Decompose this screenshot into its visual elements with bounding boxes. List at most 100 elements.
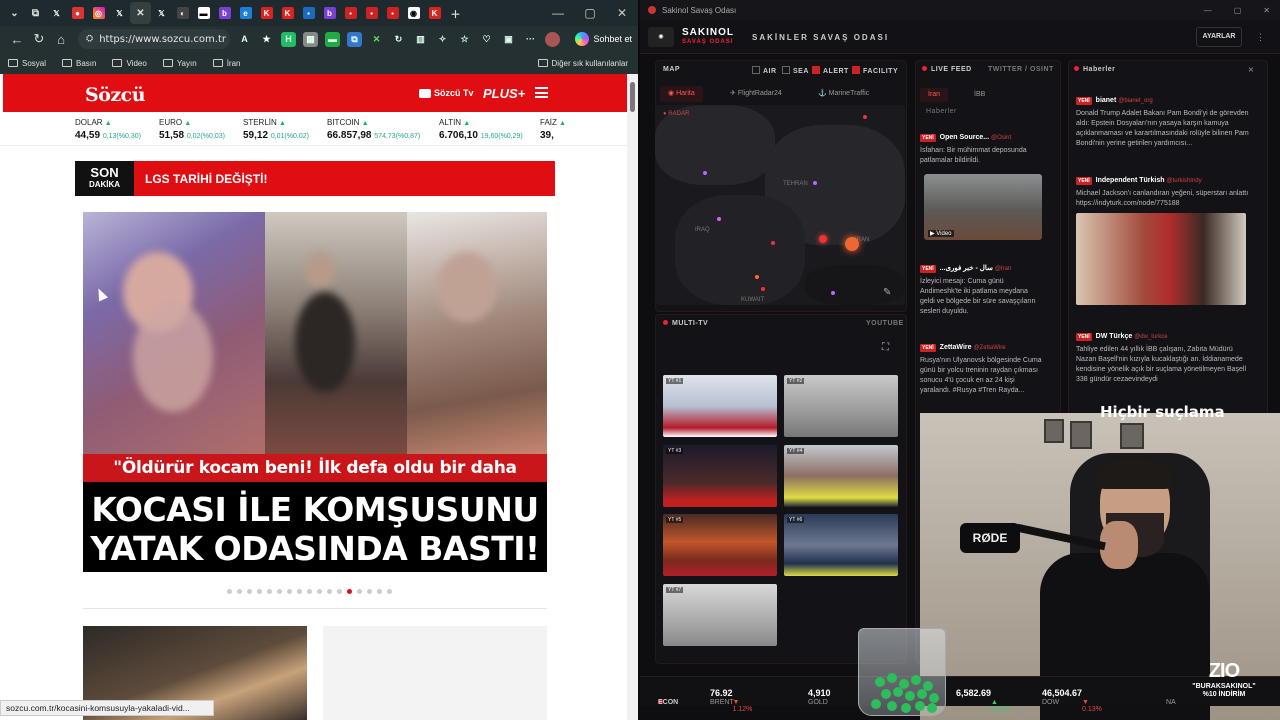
tab-site-13[interactable]: ◉ — [403, 2, 424, 24]
news-item[interactable]: YENİ bianet @bianet_org Donald Trump Adal… — [1076, 97, 1252, 149]
filter-air[interactable]: AIR — [752, 66, 777, 75]
tab-flightradar[interactable]: ✈ FlightRadar24 — [722, 86, 790, 102]
site-info-icon[interactable]: ⛭ — [86, 34, 93, 44]
tv-tile-5[interactable]: YT #5 — [663, 514, 777, 576]
edit-pencil-icon[interactable]: ✎ — [883, 287, 891, 298]
news-item[interactable]: YENİ Independent Türkish @turkishIndy Mic… — [1076, 177, 1252, 305]
map-marker[interactable] — [813, 181, 817, 185]
headline-title[interactable]: KOCASI İLE KOMŞUSUNU YATAK ODASINDA BAST… — [83, 482, 547, 572]
map-marker[interactable] — [717, 217, 721, 221]
extension-1-icon[interactable]: H — [281, 31, 296, 47]
filter-alert[interactable]: ALERT — [812, 66, 849, 75]
map-marker[interactable] — [819, 235, 827, 243]
ticker-item[interactable]: FAİZ ▲ 39, — [540, 118, 566, 141]
feed-item[interactable]: YENİ ZettaWire @ZettaWire Rusya'nın Ulyan… — [920, 344, 1044, 396]
favorite-star-icon[interactable]: ★ — [259, 32, 274, 47]
read-aloud-icon[interactable]: A — [237, 32, 252, 47]
home-icon[interactable]: ⌂ — [50, 32, 72, 47]
map-marker[interactable] — [703, 171, 707, 175]
news-item[interactable]: YENİ DW Türkçe @dw_turkce Tahliye edilen … — [1076, 333, 1252, 385]
tab-marinetraffic[interactable]: ⚓ MarineTraffic — [810, 86, 877, 102]
ticker-item[interactable]: EURO ▲ 51,58 0,02(%0,03) — [159, 118, 225, 141]
checkbox-alert[interactable] — [812, 66, 820, 74]
extension-3-icon[interactable]: ▬ — [325, 31, 340, 47]
ticker-item[interactable]: BITCOIN ▲ 66.857,98 574,73(%0,87) — [327, 118, 420, 141]
bookmark-folder-basin[interactable]: Basın — [62, 59, 96, 68]
maximize-icon[interactable]: ▢ — [1234, 6, 1242, 15]
slider-dot[interactable] — [247, 589, 252, 594]
split-screen-icon[interactable]: ▥ — [413, 32, 428, 47]
feed-video-thumb[interactable]: ▶ Video — [924, 174, 1042, 240]
map-marker[interactable] — [771, 241, 775, 245]
tab-close-icon[interactable]: ✕ — [130, 2, 151, 24]
profile-avatar[interactable] — [545, 31, 560, 47]
extension-5-icon[interactable]: ✕ — [369, 32, 384, 47]
tab-site-6[interactable]: K — [256, 2, 277, 24]
tv-tile-3[interactable]: YT #3 — [663, 445, 777, 507]
ticker-item[interactable]: DOLAR ▲ 44,59 0,13(%0,30) — [75, 118, 141, 141]
map-marker[interactable] — [831, 291, 835, 295]
maximize-icon[interactable]: ▢ — [574, 0, 606, 26]
tab-site-14[interactable]: K — [424, 2, 445, 24]
slider-dot[interactable] — [317, 589, 322, 594]
headline-quote[interactable]: "Öldürür kocam beni! İlk defa oldu bir d… — [83, 454, 547, 506]
close-icon[interactable]: ⋮ — [1256, 32, 1265, 43]
tab-site-5[interactable]: e — [235, 2, 256, 24]
map-marker[interactable] — [755, 275, 759, 279]
tab-site-12[interactable]: ▪ — [382, 2, 403, 24]
extension-4-icon[interactable]: ⧉ — [347, 31, 362, 47]
map-marker[interactable] — [761, 287, 765, 291]
tab-x-2[interactable]: 𝕏 — [109, 2, 130, 24]
settings-button[interactable]: AYARLAR — [1196, 27, 1242, 47]
tv-tile-6[interactable]: YT #6 — [784, 514, 898, 576]
tab-site-8[interactable]: ▪ — [298, 2, 319, 24]
tab-site-4[interactable]: b — [214, 2, 235, 24]
refresh-icon[interactable]: ↻ — [28, 31, 50, 47]
sozcu-tv-link[interactable]: Sözcü Tv — [419, 88, 474, 98]
url-field[interactable]: ⛭ https://www.sozcu.com.tr — [78, 29, 230, 49]
news-card-placeholder[interactable] — [323, 626, 547, 720]
fullscreen-icon[interactable]: ⛶ — [882, 342, 890, 353]
favorites-icon[interactable]: ☆ — [457, 32, 472, 47]
feed-item[interactable]: YENİ Open Source... @Osint İsfahan: Bir m… — [920, 134, 1044, 240]
tv-tile-2[interactable]: YT #2 — [784, 375, 898, 437]
feed-item[interactable]: YENİ ...سال - خبر فوری @Iran İzleyici mes… — [920, 264, 1044, 317]
map-marker[interactable] — [845, 237, 859, 251]
econ-item[interactable]: DOW 46,504.67 ▼ 0.13% — [1042, 688, 1102, 713]
filter-facility[interactable]: FACILITY — [852, 66, 898, 75]
slider-dot[interactable] — [267, 589, 272, 594]
slider-dot[interactable] — [347, 589, 352, 594]
other-bookmarks[interactable]: Diğer sık kullanılanlar — [537, 59, 628, 68]
tv-tile-4[interactable]: YT #4 — [784, 445, 898, 507]
more-icon[interactable]: ··· — [523, 32, 538, 47]
tab-site-10[interactable]: ▪ — [340, 2, 361, 24]
tab-x-3[interactable]: 𝕏 — [151, 2, 172, 24]
headline-image[interactable] — [83, 212, 547, 454]
menu-icon[interactable] — [535, 87, 548, 98]
news-close-icon[interactable]: ✕ — [1248, 66, 1254, 74]
minimize-icon[interactable]: — — [542, 0, 574, 26]
slider-dot[interactable] — [357, 589, 362, 594]
breaking-news-bar[interactable]: SON DAKİKA LGS TARİHİ DEĞİŞTİ! — [75, 161, 555, 196]
extension-2-icon[interactable]: ▦ — [303, 31, 318, 47]
minimize-icon[interactable]: — — [1204, 6, 1212, 15]
tab-x-1[interactable]: 𝕏 — [46, 2, 67, 24]
tab-menu-icon[interactable]: ⌄ — [4, 2, 25, 24]
tab-site-2[interactable]: ◐ — [172, 2, 193, 24]
youtube-tab[interactable]: YOUTUBE — [866, 320, 904, 327]
live-map[interactable]: ● RADAR TEHRAN IRAQ IRAN KUWAIT ✎ — [655, 105, 905, 305]
feed-subtab-haberler[interactable]: Haberler — [926, 108, 957, 115]
filter-sea[interactable]: SEA — [782, 66, 809, 75]
checkbox-facility[interactable] — [852, 66, 860, 74]
extension-6-icon[interactable]: ↻ — [391, 32, 406, 47]
plus-link[interactable]: PLUS+ — [483, 86, 525, 101]
browser-essentials-icon[interactable]: ♡ — [479, 32, 494, 47]
new-tab-icon[interactable]: ＋ — [445, 2, 466, 24]
slider-dot[interactable] — [237, 589, 242, 594]
slider-dot[interactable] — [307, 589, 312, 594]
slider-dot[interactable] — [377, 589, 382, 594]
slider-dot[interactable] — [287, 589, 292, 594]
slider-dot[interactable] — [227, 589, 232, 594]
tab-harita[interactable]: ◉ Harita — [660, 86, 703, 102]
map-marker[interactable] — [863, 115, 867, 119]
